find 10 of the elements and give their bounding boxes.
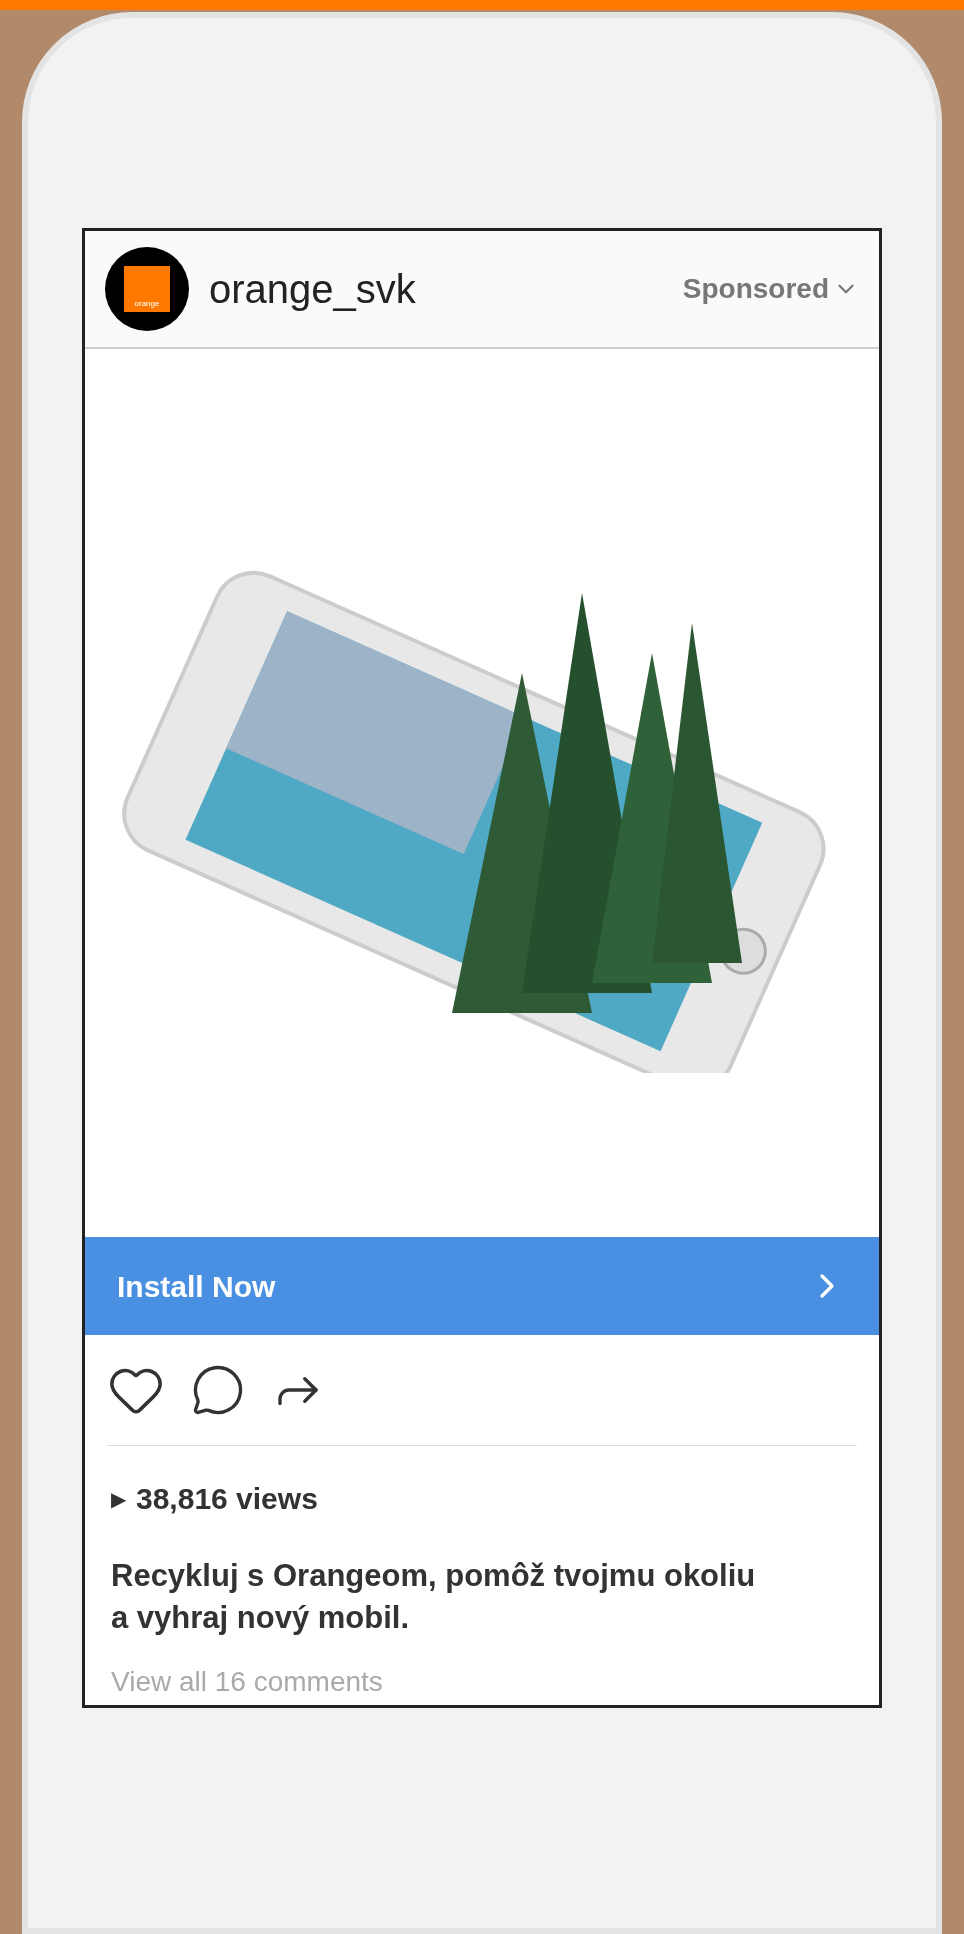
- comment-icon[interactable]: [191, 1363, 245, 1417]
- account-name[interactable]: orange_svk: [209, 259, 416, 319]
- avatar[interactable]: orange: [105, 247, 189, 331]
- post-caption: Recykluj s Orangeom, pomôž tvojmu okoliu a vyhraj nový mobil.: [110, 1557, 757, 1637]
- brand-logo: orange: [124, 266, 170, 312]
- play-marker-label: ▶: [111, 1486, 126, 1512]
- sponsored-dropdown[interactable]: Sponsored: [682, 268, 859, 310]
- view-comments-link[interactable]: View all 16 comments: [85, 1638, 879, 1703]
- view-count: 38,816 views: [136, 1481, 318, 1517]
- install-now-button[interactable]: Install Now: [85, 1237, 879, 1335]
